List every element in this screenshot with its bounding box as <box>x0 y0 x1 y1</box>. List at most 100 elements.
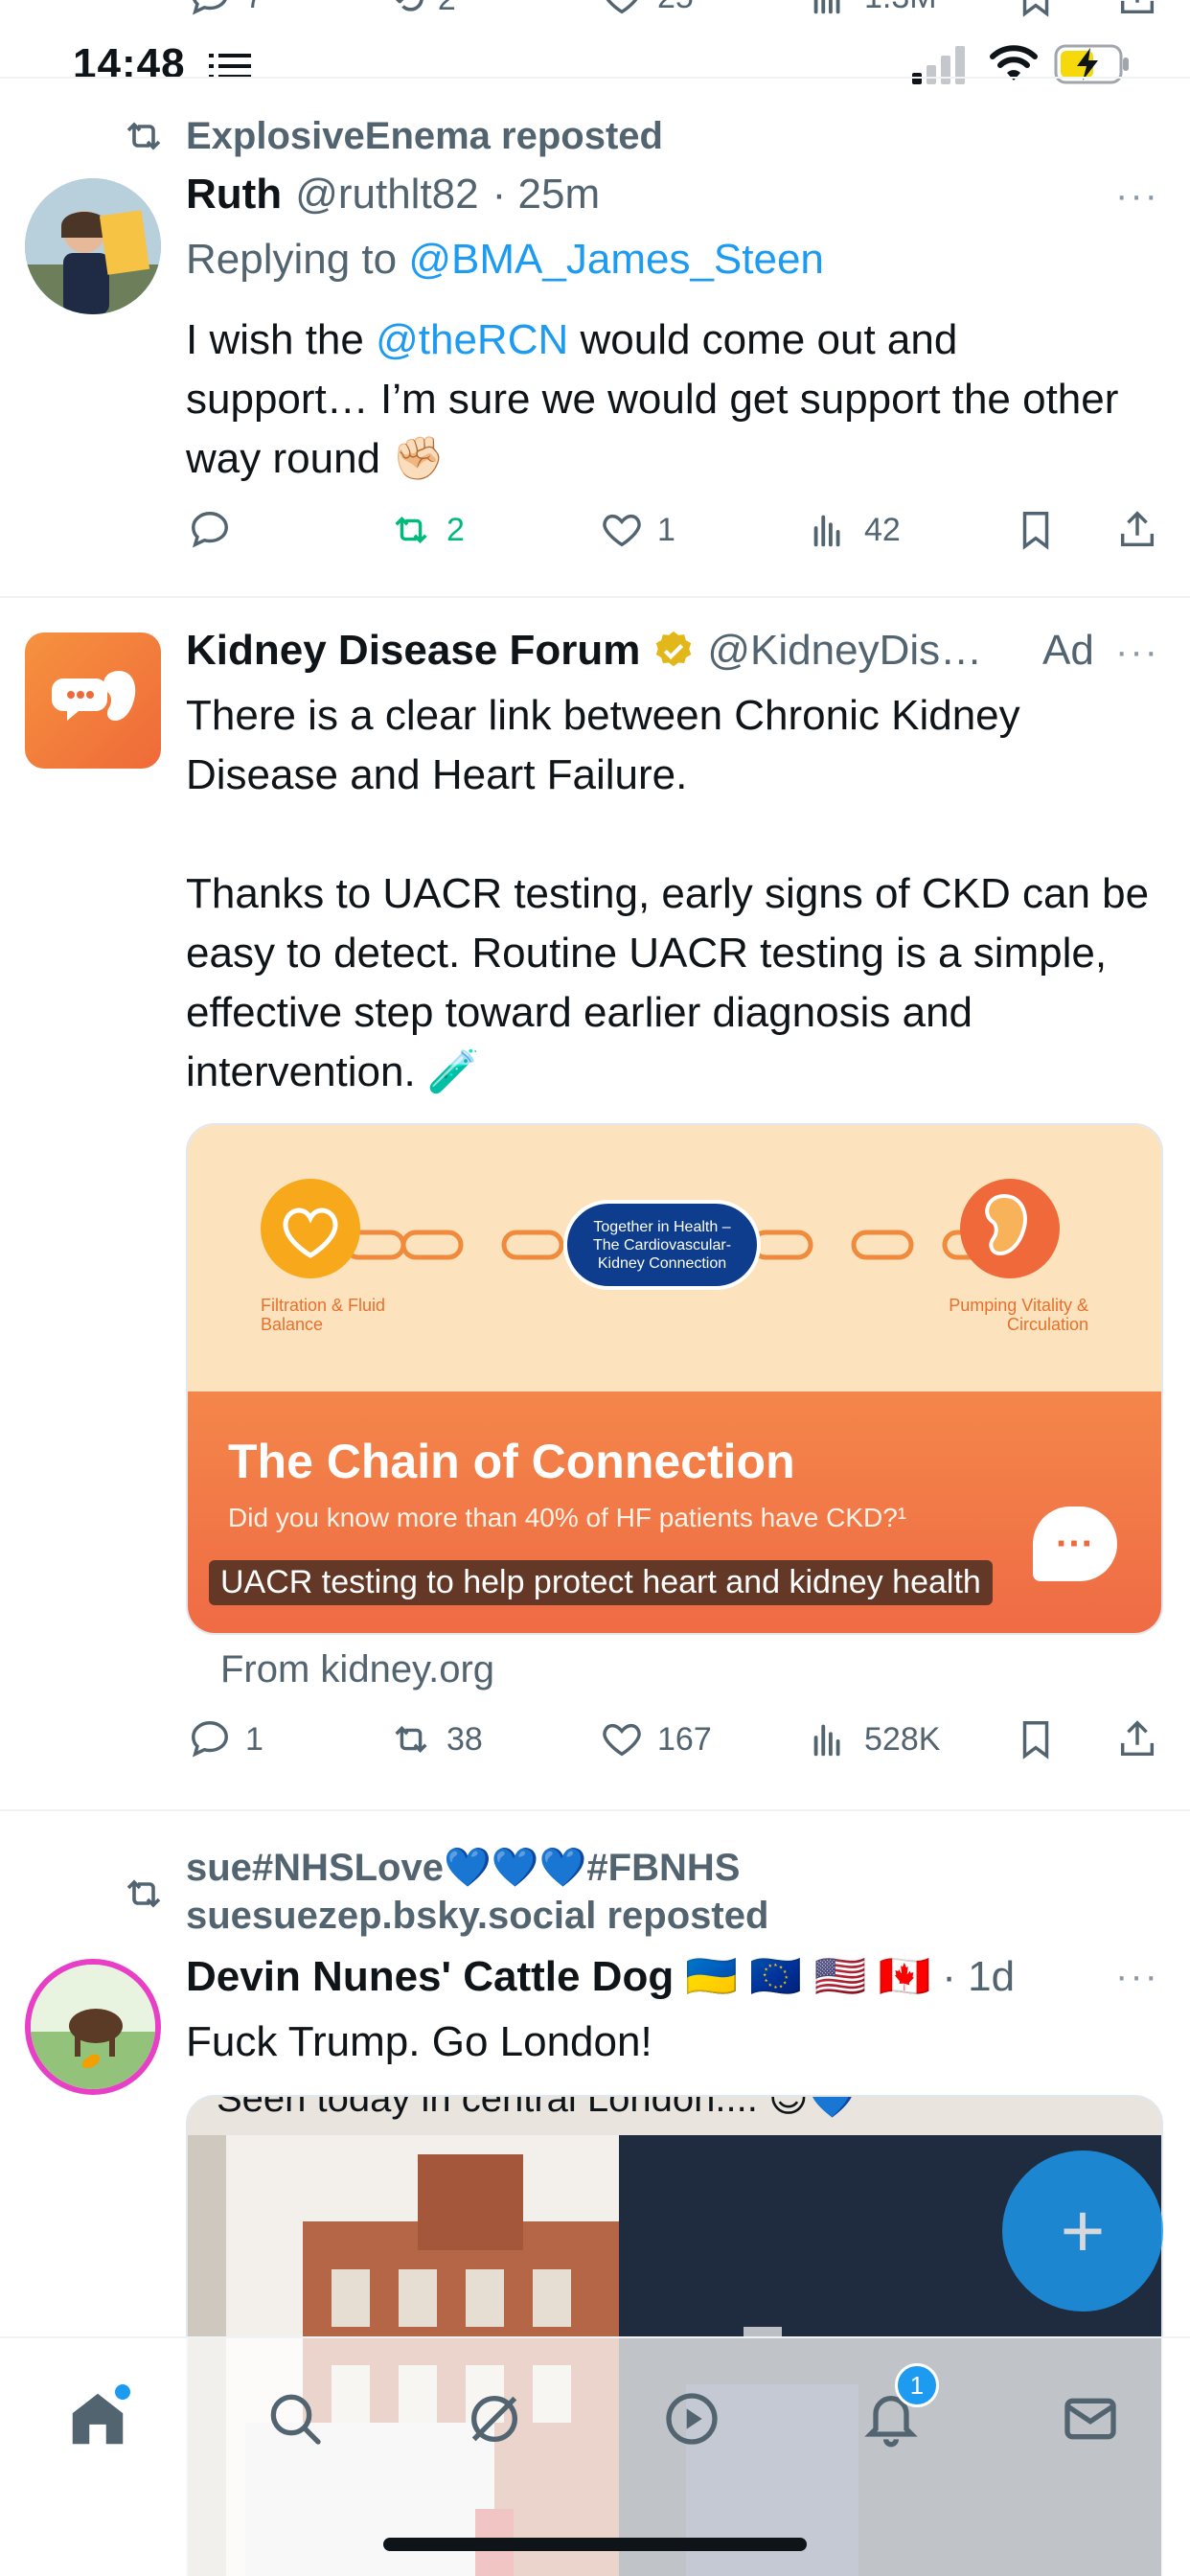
card-subline: Did you know more than 40% of HF patient… <box>228 1503 907 1532</box>
repost-button[interactable]: 38 <box>389 1717 483 1761</box>
search-icon <box>270 2394 321 2445</box>
bookmark-icon <box>1022 0 1049 17</box>
reply-button[interactable]: 7 <box>188 0 263 19</box>
views-icon <box>813 1724 840 1757</box>
reply-count: 7 <box>245 0 263 16</box>
grok-icon <box>471 2396 517 2442</box>
tweet-text: Fuck Trump. Go London! <box>186 2018 652 2065</box>
author-name[interactable]: Ruth <box>186 171 282 218</box>
tweet-header: Ruth @ruthlt82 · 25m <box>186 171 600 218</box>
status-bar: 14:48 <box>0 29 1190 105</box>
heart-icon <box>603 514 641 547</box>
tweet-paragraph: Thanks to UACR testing, early signs of C… <box>186 870 1150 1095</box>
home-indicator <box>383 2538 807 2551</box>
like-button[interactable]: 1 <box>600 508 675 552</box>
bookmark-icon <box>1022 1721 1049 1760</box>
share-button[interactable] <box>1115 0 1159 19</box>
quoted-caption: Seen today in central London.... 😎💙 <box>217 2095 857 2120</box>
verified-badge-icon <box>656 631 692 667</box>
views-button[interactable]: 528K <box>807 1717 940 1761</box>
replying-to: Replying to @BMA_James_Steen <box>186 236 824 284</box>
share-button[interactable] <box>1115 1717 1159 1761</box>
tab-grok[interactable] <box>456 2380 533 2457</box>
author-name[interactable]: Devin Nunes' Cattle Dog 🇺🇦 🇪🇺 🇺🇸 🇨🇦 <box>186 1951 930 2001</box>
views-button[interactable]: 1.3M <box>807 0 937 19</box>
tweet-text: There is a clear link between Chronic Ki… <box>186 686 1163 1102</box>
tab-video[interactable] <box>653 2380 730 2457</box>
repost-count: 2 <box>446 511 465 548</box>
bookmark-button[interactable] <box>1014 508 1058 552</box>
tweet-time: · 25m <box>492 171 601 218</box>
reply-button[interactable] <box>188 508 232 552</box>
divider <box>0 596 1190 598</box>
more-options-button[interactable]: ··· <box>1115 174 1159 218</box>
tweet-time: · 1d <box>942 1953 1016 2000</box>
author-handle[interactable]: @ruthlt82 <box>295 171 478 218</box>
replying-to-link[interactable]: @BMA_James_Steen <box>408 236 824 283</box>
author-name[interactable]: Kidney Disease Forum <box>186 627 640 675</box>
divider <box>0 1809 1190 1811</box>
card-top-panel: Together in Health – The Cardiovascular-… <box>188 1125 1161 1392</box>
tab-messages[interactable] <box>1052 2380 1129 2457</box>
share-icon <box>1120 511 1155 547</box>
repost-icon: ⟲ <box>389 0 424 24</box>
notifications-badge: 1 <box>895 2363 939 2407</box>
author-handle[interactable]: @KidneyDis… <box>707 627 982 675</box>
like-count: 167 <box>657 1720 712 1758</box>
center-pill: Together in Health – The Cardiovascular-… <box>563 1200 761 1290</box>
mail-icon <box>1064 2398 1116 2440</box>
tweet-text-part: I wish the <box>186 316 377 363</box>
avatar-photo <box>31 1965 155 2089</box>
repost-icon <box>395 517 427 543</box>
views-count: 42 <box>864 511 901 548</box>
avatar[interactable] <box>25 1959 161 2095</box>
repost-label: ExplosiveEnema reposted <box>186 114 663 157</box>
ad-label: Ad <box>1042 627 1094 674</box>
repost-button[interactable]: 2 <box>389 508 465 552</box>
kidney-logo-icon <box>52 671 136 721</box>
left-label: Filtration & Fluid Balance <box>261 1296 386 1334</box>
bookmark-button[interactable] <box>1014 1717 1058 1761</box>
share-icon <box>1120 1720 1155 1757</box>
tab-notifications[interactable]: 1 <box>853 2363 939 2457</box>
avatar[interactable] <box>25 632 161 769</box>
more-options-button[interactable]: ··· <box>1115 631 1159 674</box>
like-count: 25 <box>657 0 694 16</box>
card-headline: The Chain of Connection <box>228 1435 795 1488</box>
repost-icon <box>126 1879 161 1908</box>
reply-button[interactable]: 1 <box>188 1717 263 1761</box>
share-button[interactable] <box>1115 508 1159 552</box>
tweet-paragraph: There is a clear link between Chronic Ki… <box>186 692 1020 798</box>
like-count: 1 <box>657 511 675 548</box>
repost-button[interactable]: ⟲ 2 <box>389 0 456 24</box>
views-button[interactable]: 42 <box>807 508 901 552</box>
tab-home[interactable] <box>59 2380 136 2457</box>
compose-button[interactable]: + <box>1002 2150 1163 2312</box>
mention-link[interactable]: @theRCN <box>376 316 568 363</box>
reply-count: 1 <box>245 1720 263 1758</box>
right-label: Pumping Vitality & Circulation <box>949 1296 1088 1334</box>
like-button[interactable]: 25 <box>600 0 694 19</box>
bookmark-button[interactable] <box>1014 0 1058 19</box>
tweet-actions: 1 38 167 528K <box>0 1717 1190 1775</box>
plus-icon: + <box>1060 2188 1106 2273</box>
ad-media-card[interactable]: Together in Health – The Cardiovascular-… <box>186 1123 1163 1635</box>
avatar[interactable] <box>25 178 161 314</box>
card-bottom-panel: The Chain of Connection Did you know mor… <box>188 1392 1161 1633</box>
replying-prefix: Replying to <box>186 236 409 283</box>
repost-icon <box>395 1726 427 1753</box>
battery-charging-icon <box>1054 44 1129 84</box>
repost-label-line2: suesuezep.bsky.social reposted <box>186 1895 769 1937</box>
tab-search[interactable] <box>257 2380 333 2457</box>
new-posts-dot <box>115 2384 130 2400</box>
card-source-link[interactable]: From kidney.org <box>220 1648 494 1691</box>
repost-count: 38 <box>446 1720 483 1758</box>
tweet-text: I wish the @theRCN would come out and su… <box>186 310 1144 489</box>
like-button[interactable]: 167 <box>600 1717 712 1761</box>
reply-icon <box>192 0 227 15</box>
tweet-header: Devin Nunes' Cattle Dog 🇺🇦 🇪🇺 🇺🇸 🇨🇦 · 1d <box>186 1951 1015 2001</box>
more-options-button[interactable]: ··· <box>1115 1955 1159 1998</box>
play-icon <box>666 2393 718 2445</box>
tweet-actions: 2 1 42 <box>0 508 1190 565</box>
chat-bubble-icon: ··· <box>1033 1506 1117 1581</box>
